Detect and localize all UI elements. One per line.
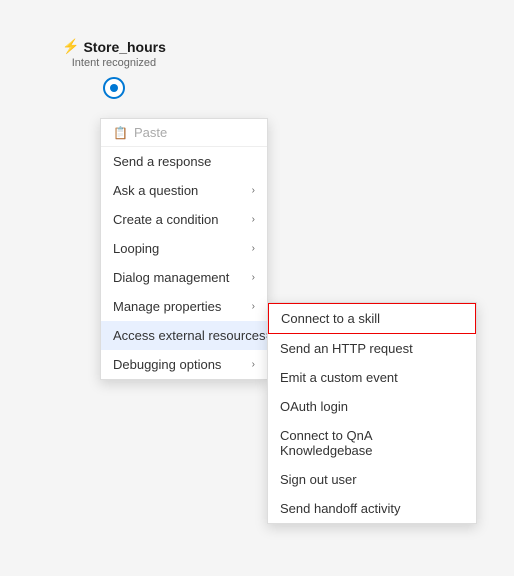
canvas: ⚡ Store_hours Intent recognized 📋 Paste … xyxy=(0,0,514,576)
menu-item-label: Create a condition xyxy=(113,212,219,227)
sub-menu-label: Connect to QnA Knowledgebase xyxy=(280,428,464,458)
sub-menu-label: OAuth login xyxy=(280,399,348,414)
menu-item-dialog-management[interactable]: Dialog management › xyxy=(101,263,267,292)
menu-item-access-external[interactable]: Access external resources › xyxy=(101,321,267,350)
menu-item-ask-question[interactable]: Ask a question › xyxy=(101,176,267,205)
chevron-icon: › xyxy=(252,359,255,370)
menu-item-label: Dialog management xyxy=(113,270,229,285)
sub-menu-label: Emit a custom event xyxy=(280,370,398,385)
menu-item-looping[interactable]: Looping › xyxy=(101,234,267,263)
sub-context-menu: Connect to a skill Send an HTTP request … xyxy=(267,302,477,524)
node-title-text: Store_hours xyxy=(83,39,165,55)
menu-item-label: Ask a question xyxy=(113,183,198,198)
sub-menu-http-request[interactable]: Send an HTTP request xyxy=(268,334,476,363)
chevron-icon: › xyxy=(252,214,255,225)
menu-item-manage-properties[interactable]: Manage properties › xyxy=(101,292,267,321)
node-title: ⚡ Store_hours xyxy=(62,38,166,55)
menu-item-label: Looping xyxy=(113,241,159,256)
sub-menu-signout[interactable]: Sign out user xyxy=(268,465,476,494)
lightning-icon: ⚡ xyxy=(62,38,79,55)
menu-item-label: Access external resources xyxy=(113,328,265,343)
node-area: ⚡ Store_hours Intent recognized xyxy=(62,38,166,99)
node-subtitle: Intent recognized xyxy=(72,57,156,69)
chevron-icon: › xyxy=(252,243,255,254)
sub-menu-connect-skill[interactable]: Connect to a skill xyxy=(268,303,476,334)
node-connector[interactable] xyxy=(103,77,125,99)
sub-menu-handoff[interactable]: Send handoff activity xyxy=(268,494,476,523)
menu-item-label: Debugging options xyxy=(113,357,221,372)
menu-item-label: Manage properties xyxy=(113,299,221,314)
paste-item[interactable]: 📋 Paste xyxy=(101,119,267,147)
sub-menu-label: Send an HTTP request xyxy=(280,341,413,356)
menu-item-create-condition[interactable]: Create a condition › xyxy=(101,205,267,234)
chevron-icon: › xyxy=(252,301,255,312)
paste-icon: 📋 xyxy=(113,126,128,140)
menu-item-debugging[interactable]: Debugging options › xyxy=(101,350,267,379)
menu-item-send-response[interactable]: Send a response xyxy=(101,147,267,176)
sub-menu-custom-event[interactable]: Emit a custom event xyxy=(268,363,476,392)
paste-label: Paste xyxy=(134,125,167,140)
sub-menu-qna[interactable]: Connect to QnA Knowledgebase xyxy=(268,421,476,465)
context-menu: 📋 Paste Send a response Ask a question ›… xyxy=(100,118,268,380)
menu-item-label: Send a response xyxy=(113,154,211,169)
sub-menu-label: Send handoff activity xyxy=(280,501,400,516)
sub-menu-oauth[interactable]: OAuth login xyxy=(268,392,476,421)
chevron-icon: › xyxy=(252,272,255,283)
sub-menu-label: Connect to a skill xyxy=(281,311,380,326)
sub-menu-label: Sign out user xyxy=(280,472,357,487)
chevron-icon: › xyxy=(252,185,255,196)
